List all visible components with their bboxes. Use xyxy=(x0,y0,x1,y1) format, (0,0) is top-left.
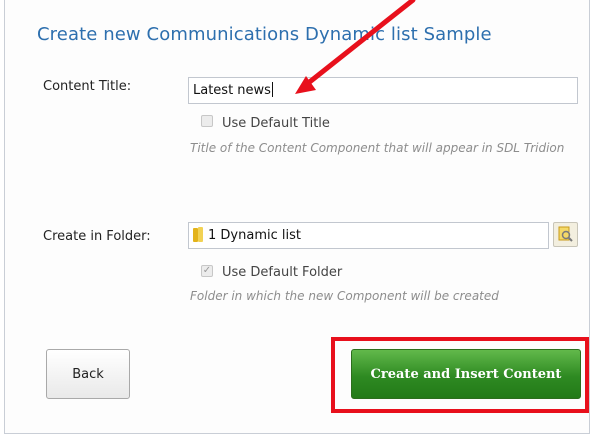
use-default-title-checkbox[interactable] xyxy=(201,115,213,127)
use-default-folder-label: Use Default Folder xyxy=(222,265,343,280)
folder-input[interactable]: 1 Dynamic list xyxy=(188,222,549,249)
content-title-label: Content Title: xyxy=(43,79,132,94)
browse-folder-icon xyxy=(558,226,573,242)
create-and-insert-content-button[interactable]: Create and Insert Content xyxy=(351,349,581,399)
use-default-title-label: Use Default Title xyxy=(222,116,330,131)
use-default-folder-checkbox[interactable]: ✓ xyxy=(201,265,213,277)
content-title-value: Latest news xyxy=(193,83,271,98)
folder-icon xyxy=(193,227,203,242)
folder-hint: Folder in which the new Component will b… xyxy=(190,289,499,303)
back-button[interactable]: Back xyxy=(46,349,130,399)
text-caret xyxy=(271,82,273,97)
folder-value: 1 Dynamic list xyxy=(208,228,301,243)
content-title-hint: Title of the Content Component that will… xyxy=(190,141,565,155)
dialog-title: Create new Communications Dynamic list S… xyxy=(37,24,492,45)
dialog-window: Create new Communications Dynamic list S… xyxy=(4,0,590,434)
browse-folder-button[interactable] xyxy=(553,222,578,247)
content-title-input[interactable]: Latest news xyxy=(188,77,578,104)
create-in-folder-label: Create in Folder: xyxy=(43,229,151,244)
checkmark-icon: ✓ xyxy=(202,265,212,276)
